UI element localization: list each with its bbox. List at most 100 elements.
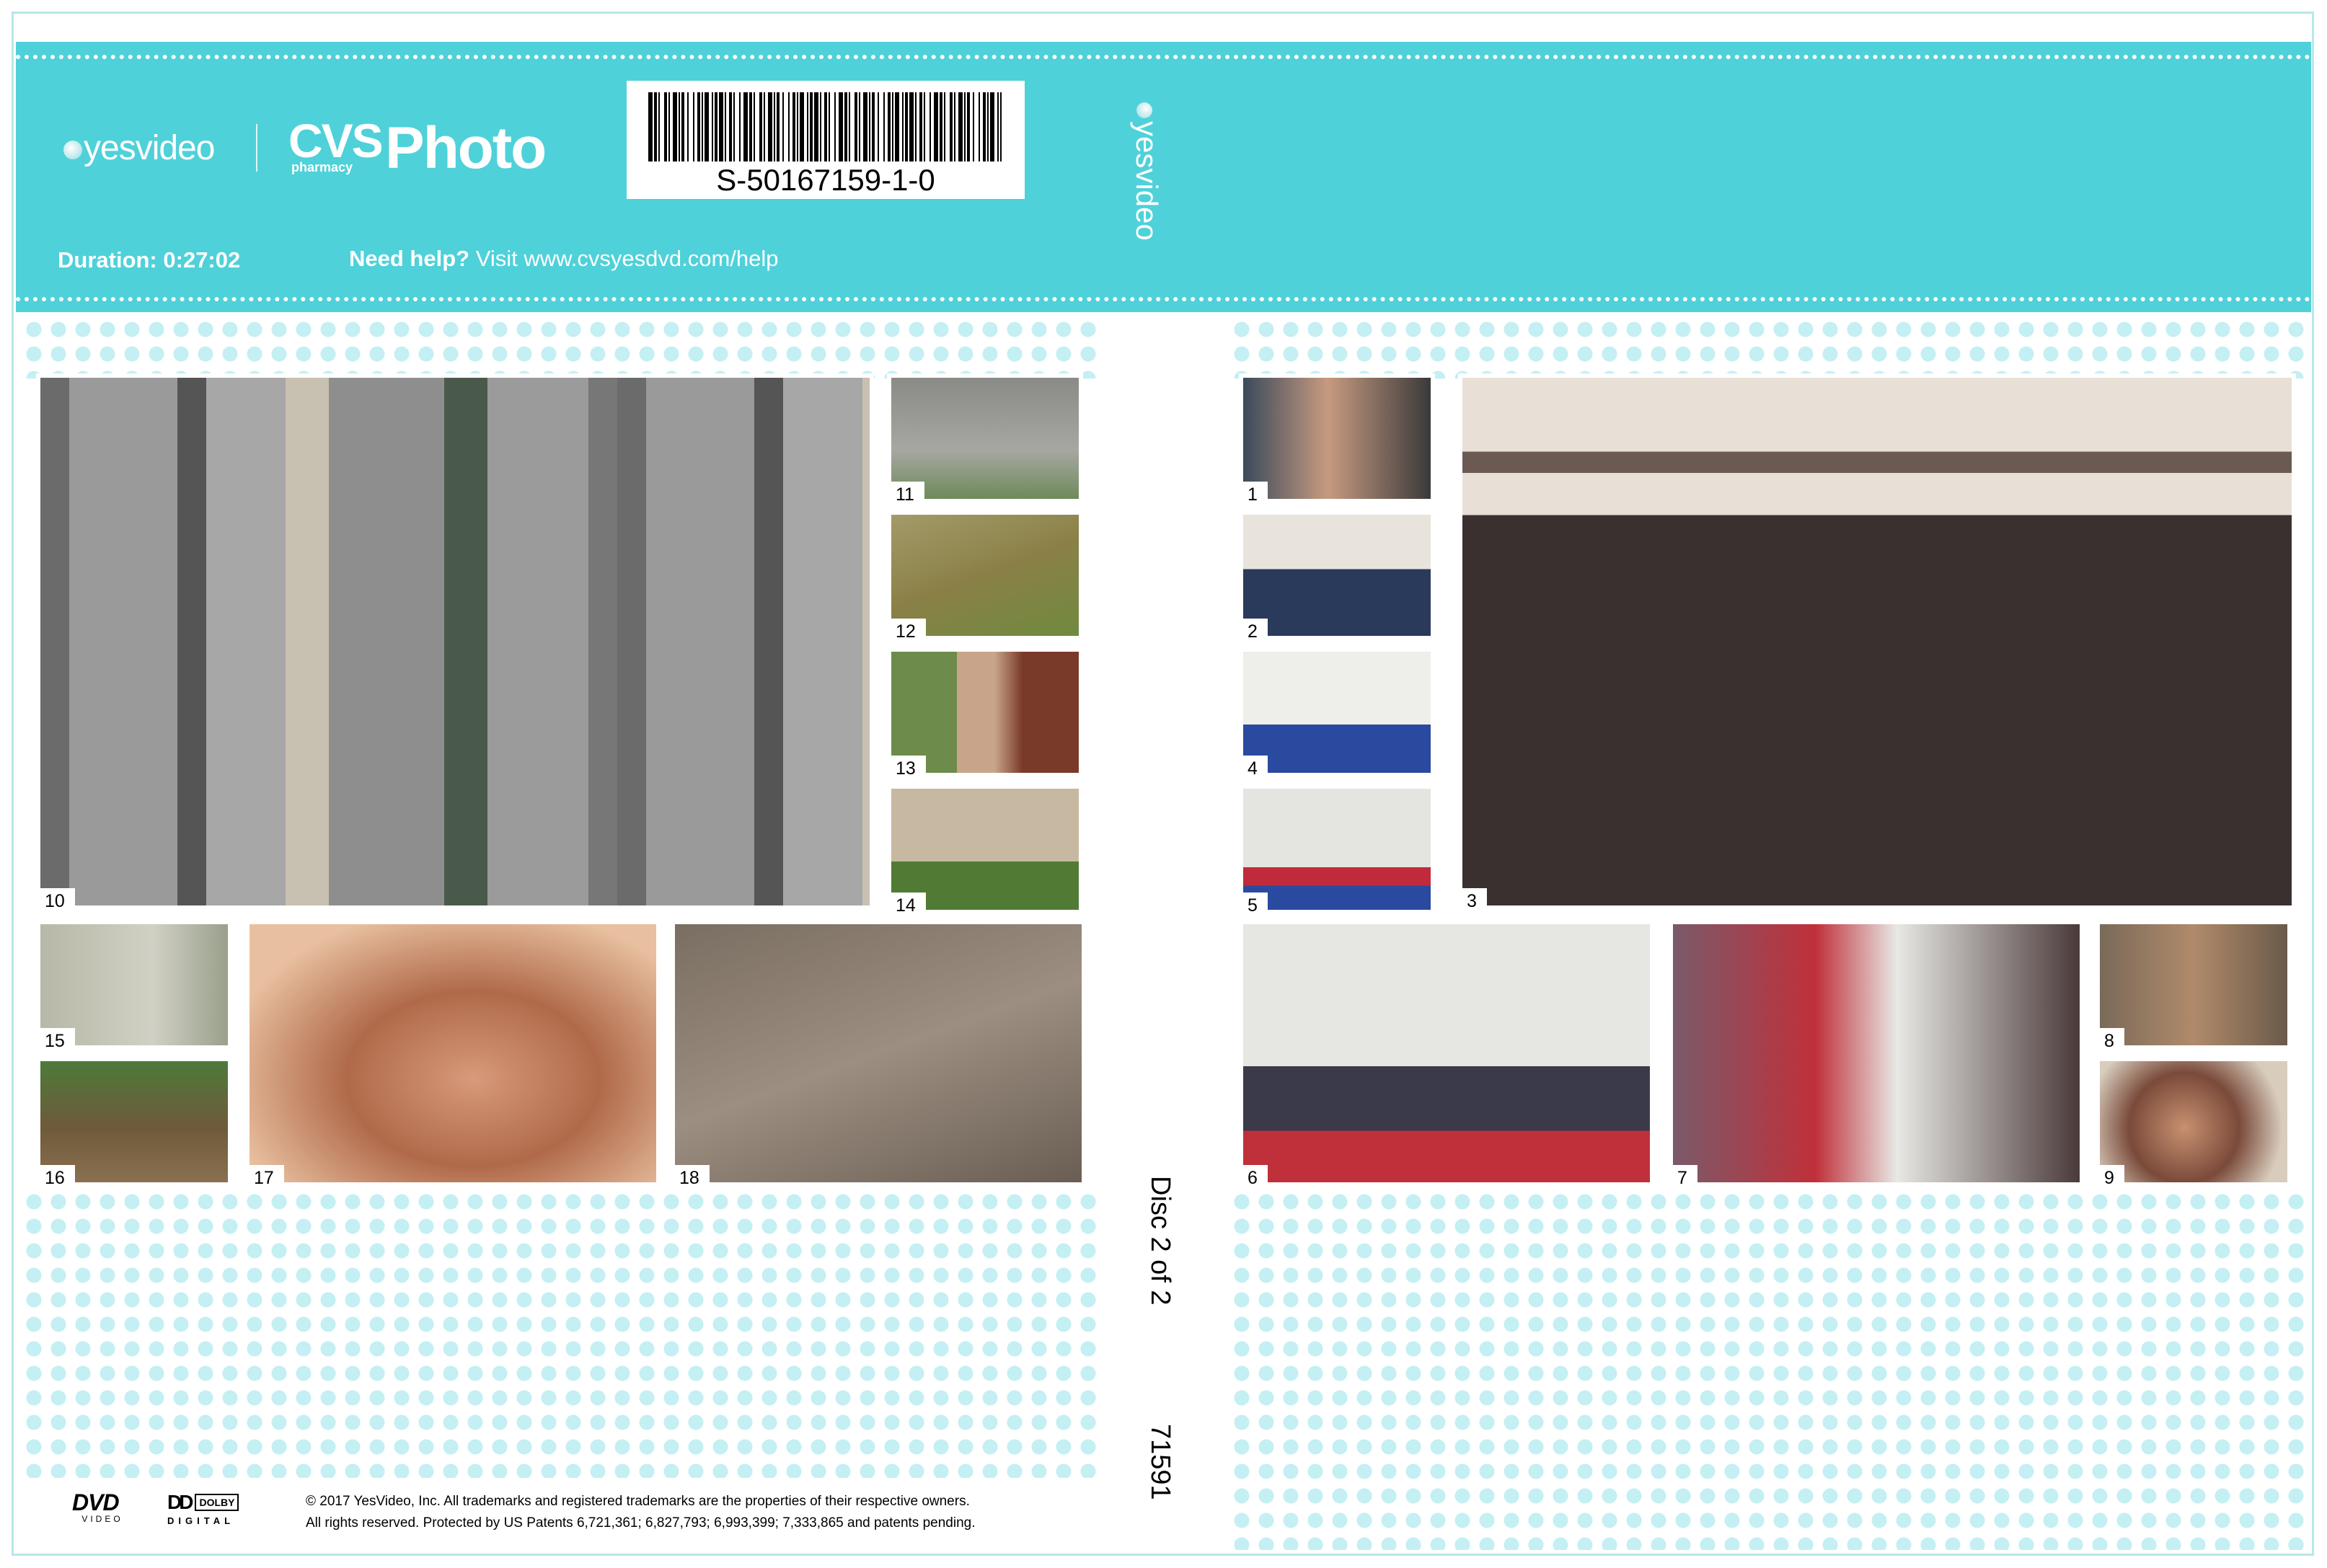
- thumbnail-5: 5: [1239, 784, 1435, 917]
- barcode-bar: [792, 92, 795, 161]
- cvs-logo: CVS: [288, 114, 384, 167]
- barcode-bar: [759, 92, 762, 161]
- thumbnail-image: [40, 924, 228, 1045]
- barcode-bar: [878, 92, 879, 161]
- thumbnail-image: [675, 924, 1082, 1182]
- barcode-bar: [797, 92, 798, 161]
- spine-disc-label: Disc 2 of 2: [1145, 1176, 1175, 1306]
- thumbnail-2: 2: [1239, 510, 1435, 643]
- barcode-bar: [872, 92, 875, 161]
- thumbnail-6: 6: [1239, 920, 1654, 1190]
- barcode-bar: [774, 92, 775, 161]
- barcode-bar: [725, 92, 726, 161]
- barcode-bar: [863, 92, 867, 161]
- barcode-bar: [859, 92, 860, 161]
- duration-value: 0:27:02: [163, 247, 241, 273]
- thumbnail-16: 16: [36, 1057, 232, 1190]
- barcode-bar: [668, 92, 670, 161]
- barcode-bar: [679, 92, 680, 161]
- barcode-bar: [944, 92, 945, 161]
- barcode-bar: [687, 92, 689, 161]
- barcode-bar: [673, 92, 677, 161]
- barcode-bar: [869, 92, 870, 161]
- barcode-bar: [664, 92, 667, 161]
- barcode-bar: [902, 92, 904, 161]
- barcode-bar: [905, 92, 908, 161]
- barcode-bar: [764, 92, 765, 161]
- thumbnail-14: 14: [887, 784, 1083, 917]
- barcode-bar: [705, 92, 709, 161]
- barcode-text: S-50167159-1-0: [716, 163, 935, 197]
- barcode-label: S-50167159-1-0: [627, 81, 1025, 199]
- spine-dot-icon: [1136, 102, 1153, 118]
- barcode-bar: [892, 92, 893, 161]
- dot-pattern-back-bottom: [22, 1190, 1103, 1478]
- barcode-bar: [883, 92, 885, 161]
- barcode-bar: [719, 92, 723, 161]
- barcode-bar: [950, 92, 953, 161]
- thumbnail-image: [40, 1061, 228, 1182]
- barcode-bar: [895, 92, 899, 161]
- barcode-icon: [648, 92, 1002, 161]
- barcode-bar: [919, 92, 922, 161]
- barcode-bar: [940, 92, 942, 161]
- thumbnail-13: 13: [887, 647, 1083, 780]
- thumbnail-image: [1243, 652, 1431, 773]
- barcode-bar: [909, 92, 914, 161]
- barcode-bar: [712, 92, 713, 161]
- thumbnail-17: 17: [245, 920, 661, 1190]
- thumbnail-3: 3: [1458, 373, 2296, 913]
- spine-id-number: 71591: [1145, 1424, 1175, 1500]
- dvd-video-logo: DVD VIDEO: [72, 1489, 123, 1524]
- dolby-digital-logo: DD DOLBY DIGITAL: [167, 1491, 268, 1526]
- barcode-bar: [954, 92, 955, 161]
- thumbnail-image: [891, 652, 1079, 773]
- barcode-bar: [749, 92, 752, 161]
- barcode-bar: [997, 92, 999, 161]
- barcode-bar: [768, 92, 772, 161]
- barcode-bar: [754, 92, 755, 161]
- thumbnail-image: [891, 378, 1079, 499]
- barcode-bar: [844, 92, 847, 161]
- dolby-dd-icon: DD: [167, 1491, 194, 1513]
- barcode-bar: [681, 92, 684, 161]
- barcode-bar: [973, 92, 974, 161]
- barcode-bar: [824, 92, 827, 161]
- thumbnail-image: [1243, 789, 1431, 910]
- dot-pattern-front-top: [1229, 317, 2308, 378]
- barcode-bar: [810, 92, 813, 161]
- thumbnail-image: [250, 924, 656, 1182]
- thumbnail-image: [891, 515, 1079, 636]
- barcode-bar: [987, 92, 989, 161]
- barcode-bar: [782, 92, 784, 161]
- barcode-bar: [739, 92, 741, 161]
- thumbnail-image: [1243, 924, 1650, 1182]
- barcode-bar: [743, 92, 748, 161]
- thumbnail-7: 7: [1669, 920, 2084, 1190]
- barcode-bar: [820, 92, 821, 161]
- duration: Duration: 0:27:02: [58, 247, 241, 273]
- barcode-bar: [788, 92, 790, 161]
- barcode-bar: [693, 92, 694, 161]
- thumbnail-9: 9: [2096, 1057, 2292, 1190]
- barcode-bar: [934, 92, 938, 161]
- cvs-pharmacy-sub: pharmacy: [291, 160, 353, 174]
- barcode-bar: [834, 92, 836, 161]
- barcode-bar: [807, 92, 808, 161]
- help-text: Need help? Visit www.cvsyesdvd.com/help: [349, 246, 779, 271]
- barcode-bar: [814, 92, 818, 161]
- thumbnail-image: [1243, 515, 1431, 636]
- thumbnail-10: 10: [36, 373, 874, 913]
- barcode-bar: [930, 92, 931, 161]
- barcode-bar: [729, 92, 732, 161]
- barcode-bar: [800, 92, 804, 161]
- thumbnail-11: 11: [887, 373, 1083, 506]
- barcode-bar: [915, 92, 917, 161]
- barcode-bar: [983, 92, 986, 161]
- barcode-bar: [715, 92, 717, 161]
- barcode-bar: [697, 92, 700, 161]
- barcode-bar: [829, 92, 830, 161]
- barcode-bar: [733, 92, 735, 161]
- barcode-bar: [849, 92, 850, 161]
- thumbnail-image: [1243, 378, 1431, 499]
